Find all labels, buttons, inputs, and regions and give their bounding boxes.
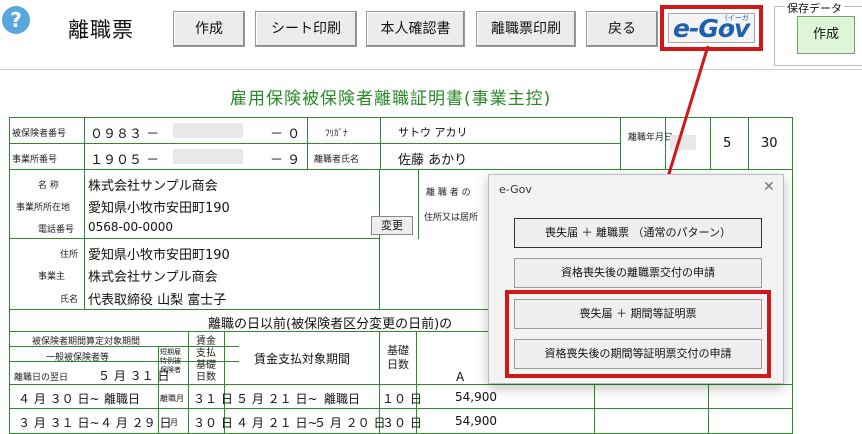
row2-base-days[interactable]: ３０ 日 <box>382 414 422 431</box>
day-after-label: 離職日の翌日 <box>14 373 69 383</box>
row2-from[interactable]: ３ 月 ３１ 日~ <box>18 414 100 431</box>
toolbar-divider <box>0 69 862 70</box>
close-icon[interactable]: ✕ <box>763 179 775 195</box>
egov-logo-sub: (イーガブ) <box>725 14 749 32</box>
row1-from[interactable]: ４ 月 ３０ 日~ <box>18 390 100 407</box>
separation-day[interactable]: 30 <box>761 136 778 151</box>
separated-name-value[interactable]: 佐藤 あかり <box>398 149 467 168</box>
row1-wage-from[interactable]: ５ 月 ２１ 日~ <box>236 390 318 407</box>
employer-company-value[interactable]: 株式会社サンプル商会 <box>88 266 218 285</box>
employer-name-label: 氏名 <box>60 295 79 305</box>
office-address-label: 事業所所在地 <box>16 203 71 213</box>
furigana-value[interactable]: サトウ アカリ <box>398 124 468 140</box>
furigana-label: ﾌﾘｶﾞﾅ <box>325 129 348 139</box>
egov-button[interactable]: e-Gov (イーガブ) <box>668 13 755 43</box>
form-title: 雇用保険被保険者離職証明書(事業主控) <box>230 89 552 109</box>
row2-to[interactable]: ４ 月 ２９ 日 <box>100 414 171 431</box>
change-button[interactable]: 変更 <box>371 216 413 235</box>
app-title: 離職票 <box>68 18 134 42</box>
employer-address-value[interactable]: 愛知県小牧市安田町190 <box>88 244 230 263</box>
row2-wage-to[interactable]: ５ 月 ２０ 日 <box>314 414 385 431</box>
row1-wage-to[interactable]: 離職日 <box>324 390 360 407</box>
section-header: 離職の日以前(被保険者区分変更の日前)の <box>208 317 453 332</box>
company-name-value[interactable]: 株式会社サンプル商会 <box>88 175 218 194</box>
save-data-label: 保存データ <box>785 0 844 16</box>
separation-slip-after-loss-button[interactable]: 資格喪失後の離職票交付の申請 <box>514 258 762 288</box>
paid-days-label: 賃金支払基礎日数 <box>196 336 216 383</box>
phone-label: 電話番号 <box>38 225 75 235</box>
identity-document-button[interactable]: 本人確認書 <box>366 11 465 47</box>
employer-label: 事業主 <box>38 272 66 282</box>
base-days-label: 基礎日数 <box>387 344 409 371</box>
insured-number-label: 被保険者番号 <box>12 129 67 139</box>
separated-person-label: 離 職 者 の <box>426 188 471 198</box>
day-after-value[interactable]: ５ 月 ３１ 日 <box>98 367 169 384</box>
office-number-suffix[interactable]: － ９ <box>270 149 300 168</box>
office-number-prefix[interactable]: １９０５ － <box>90 149 159 168</box>
column-a-label: A <box>456 370 465 384</box>
row2-wage-from[interactable]: ４ 月 ２１ 日~ <box>236 414 318 431</box>
row1-base-days[interactable]: １０ 日 <box>382 390 422 407</box>
insured-number-suffix[interactable]: － ０ <box>270 123 300 142</box>
row1-short: 離職月 <box>160 394 184 403</box>
sheet-print-button[interactable]: シート印刷 <box>255 11 357 47</box>
office-address-value[interactable]: 愛知県小牧市安田町190 <box>88 197 230 216</box>
save-create-button[interactable]: 作成 <box>797 16 855 54</box>
separated-name-label: 離職者氏名 <box>314 155 360 165</box>
row2-amount[interactable]: 54,900 <box>455 414 497 428</box>
address-label: 住所又は居所 <box>424 213 479 223</box>
wage-period-label: 賃金支払対象期間 <box>254 352 351 366</box>
help-icon[interactable]: ? <box>2 6 30 34</box>
dialog-title: e-Gov <box>499 183 532 196</box>
name-label: 名 称 <box>38 181 59 191</box>
general-insured-label: 一般被保険者等 <box>46 353 110 363</box>
row1-amount[interactable]: 54,900 <box>455 390 497 404</box>
redacted-field <box>173 149 243 164</box>
loss-and-separation-slip-button[interactable]: 喪失届 ＋ 離職票 （通常のパターン） <box>514 218 762 248</box>
row1-to[interactable]: 離職日 <box>104 390 140 407</box>
row2-days[interactable]: ３０ 日 <box>193 414 233 431</box>
highlight-box <box>505 290 771 378</box>
redacted-field <box>173 123 243 138</box>
office-number-label: 事業所番号 <box>12 155 58 165</box>
insured-number-prefix[interactable]: ０９８３ － <box>90 123 159 142</box>
create-button[interactable]: 作成 <box>173 11 245 47</box>
employer-address-label: 住所 <box>60 250 79 260</box>
separation-slip-print-button[interactable]: 離職票印刷 <box>476 11 576 47</box>
row2-short: 月 <box>170 418 178 427</box>
employer-name-value[interactable]: 代表取締役 山梨 富士子 <box>88 289 226 308</box>
row1-days[interactable]: ３１ 日 <box>193 390 233 407</box>
period-header: 被保険者期間算定対象期間 <box>32 337 141 347</box>
phone-value[interactable]: 0568-00-0000 <box>88 220 173 234</box>
separation-month[interactable]: 5 <box>723 136 731 151</box>
